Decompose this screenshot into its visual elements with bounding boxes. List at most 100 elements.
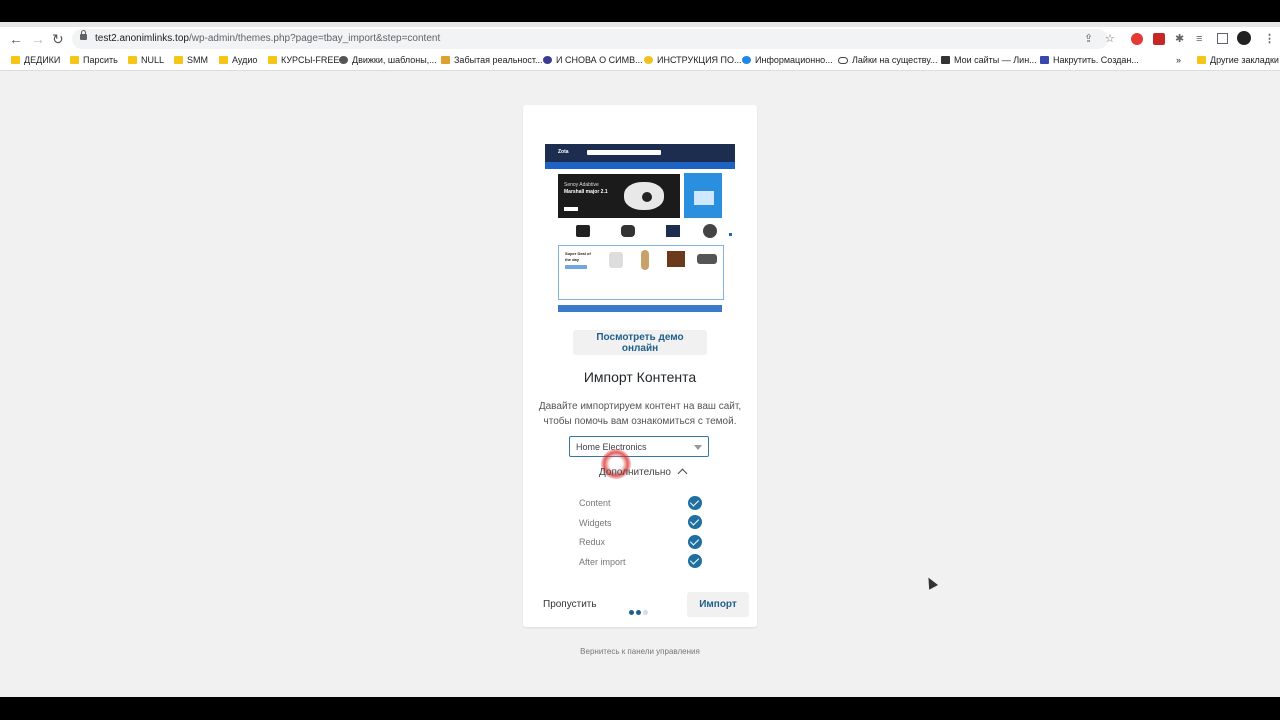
view-demo-button[interactable]: Посмотреть демо онлайн xyxy=(573,330,707,355)
step-dot xyxy=(636,610,641,615)
forward-arrow-icon[interactable]: → xyxy=(31,31,45,47)
folder-icon xyxy=(128,56,137,64)
preview-deal-text-2: the day xyxy=(565,257,580,262)
site-icon xyxy=(543,56,552,64)
preview-radio-image xyxy=(667,251,685,267)
theme-preview-image: Zota Senoy Adabtive Marshall major 2.1 S… xyxy=(545,144,735,312)
description-line: Давайте импортируем контент на ваш сайт, xyxy=(538,401,742,412)
preview-footer-strip xyxy=(558,305,722,312)
preview-hero-button xyxy=(564,207,578,211)
preview-hero-banner: Senoy Adabtive Marshall major 2.1 xyxy=(558,174,680,218)
star-bookmark-icon[interactable]: ☆ xyxy=(1105,33,1115,45)
preview-hero-text-1: Senoy Adabtive xyxy=(564,182,599,188)
preview-deal-section: Super Deal of the day xyxy=(558,245,724,300)
preview-headphone-image xyxy=(703,224,717,238)
preview-hero-text-2: Marshall major 2.1 xyxy=(564,189,608,195)
preview-console-image xyxy=(621,225,635,237)
preview-header: Zota xyxy=(545,144,735,162)
back-to-dashboard-link[interactable]: Вернитесь к панели управления xyxy=(523,647,757,656)
advanced-toggle[interactable]: Дополнительно xyxy=(599,467,688,479)
bookmark-item[interactable]: Аудио xyxy=(219,54,257,66)
bookmark-item[interactable]: КУРСЫ-FREE xyxy=(268,54,339,66)
url-path: /wp-admin/themes.php?page=tbay_import&st… xyxy=(188,33,441,44)
folder-icon xyxy=(219,56,228,64)
url-text[interactable]: test2.anonimlinks.top/wp-admin/themes.ph… xyxy=(95,33,440,45)
bookmark-item[interactable]: Мои сайты — Лин... xyxy=(941,54,1037,66)
preview-countdown xyxy=(565,265,587,269)
wizard-description: Давайте импортируем контент на ваш сайт,… xyxy=(523,399,757,429)
bookmark-item[interactable]: Лайки на существу... xyxy=(838,54,938,66)
preview-speaker-image xyxy=(609,252,623,268)
demo-select[interactable]: Home Electronics xyxy=(569,436,709,457)
more-bookmarks-chevron-icon[interactable]: » xyxy=(1176,54,1181,66)
preview-camera-image xyxy=(576,225,590,237)
address-bar: ← → ↻ test2.anonimlinks.top/wp-admin/the… xyxy=(0,27,1280,51)
preview-product-row xyxy=(558,221,722,241)
preview-deal-text-1: Super Deal of xyxy=(565,251,591,256)
preview-monitor-image xyxy=(694,191,714,205)
share-icon[interactable]: ⇪ xyxy=(1084,33,1093,45)
site-icon xyxy=(441,56,450,64)
site-icon xyxy=(1040,56,1049,64)
skip-button[interactable]: Пропустить xyxy=(543,599,597,610)
import-button[interactable]: Импорт xyxy=(687,592,749,617)
checkmark-icon[interactable] xyxy=(688,515,702,529)
side-panel-icon[interactable] xyxy=(1217,33,1228,44)
profile-avatar[interactable] xyxy=(1237,31,1251,45)
option-label-after-import: After import xyxy=(579,557,626,567)
folder-icon xyxy=(268,56,277,64)
preview-phone-image xyxy=(666,225,680,237)
bookmarks-bar: ДЕДИКИ Парсить NULL SMM Аудио КУРСЫ-FREE… xyxy=(0,51,1280,71)
option-label-widgets: Widgets xyxy=(579,518,612,528)
preview-side-banner xyxy=(684,173,722,218)
checkmark-icon[interactable] xyxy=(688,535,702,549)
site-icon xyxy=(838,57,848,64)
bookmark-item[interactable]: SMM xyxy=(174,54,208,66)
other-bookmarks[interactable]: Другие закладки xyxy=(1197,54,1279,66)
url-host: test2.anonimlinks.top xyxy=(95,33,189,44)
extension-badge-icon[interactable] xyxy=(1153,33,1165,45)
bookmark-item[interactable]: ДЕДИКИ xyxy=(11,54,60,66)
adblock-extension-icon[interactable] xyxy=(1131,33,1143,45)
back-arrow-icon[interactable]: ← xyxy=(9,31,23,47)
bookmark-item[interactable]: Информационно... xyxy=(742,54,833,66)
bookmark-item[interactable]: И СНОВА О СИМВ... xyxy=(543,54,643,66)
lock-icon[interactable] xyxy=(80,30,87,40)
preview-scroll-dot xyxy=(729,233,732,236)
wizard-title: Импорт Контента xyxy=(583,369,697,385)
bookmark-item[interactable]: Накрутить. Создан... xyxy=(1040,54,1139,66)
folder-icon xyxy=(1197,56,1206,64)
preview-nav-strip xyxy=(545,162,735,169)
folder-icon xyxy=(70,56,79,64)
reload-icon[interactable]: ↻ xyxy=(52,31,64,47)
folder-icon xyxy=(174,56,183,64)
bookmark-item[interactable]: Движки, шаблоны,... xyxy=(339,54,437,66)
bookmark-item[interactable]: ИНСТРУКЦИЯ ПО... xyxy=(644,54,742,66)
option-label-content: Content xyxy=(579,498,611,508)
checkmark-icon[interactable] xyxy=(688,496,702,510)
puzzle-extensions-icon[interactable]: ✱ xyxy=(1175,33,1184,45)
site-icon xyxy=(644,56,653,64)
preview-gamepad-stick xyxy=(642,192,652,202)
step-dot xyxy=(643,610,648,615)
option-label-redux: Redux xyxy=(579,537,606,547)
description-line: чтобы помочь вам ознакомиться с темой. xyxy=(543,416,737,427)
step-dot xyxy=(629,610,634,615)
site-icon xyxy=(941,56,950,64)
bookmark-item[interactable]: Забытая реальност... xyxy=(441,54,543,66)
menu-kebab-icon[interactable]: ⋮ xyxy=(1264,33,1275,45)
site-icon xyxy=(742,56,751,64)
step-indicator xyxy=(629,602,650,620)
window-bottom-bar xyxy=(0,697,1280,720)
media-queue-icon[interactable]: ≡ xyxy=(1196,33,1202,45)
bookmark-item[interactable]: Парсить xyxy=(70,54,118,66)
folder-icon xyxy=(11,56,20,64)
dropdown-arrow-icon xyxy=(694,445,702,450)
preview-soundbar-image xyxy=(697,254,717,264)
site-icon xyxy=(339,56,348,64)
bookmark-item[interactable]: NULL xyxy=(128,54,164,66)
preview-search-bar xyxy=(587,150,661,155)
advanced-toggle-label: Дополнительно xyxy=(599,467,671,478)
preview-watch-image xyxy=(641,250,649,270)
checkmark-icon[interactable] xyxy=(688,554,702,568)
